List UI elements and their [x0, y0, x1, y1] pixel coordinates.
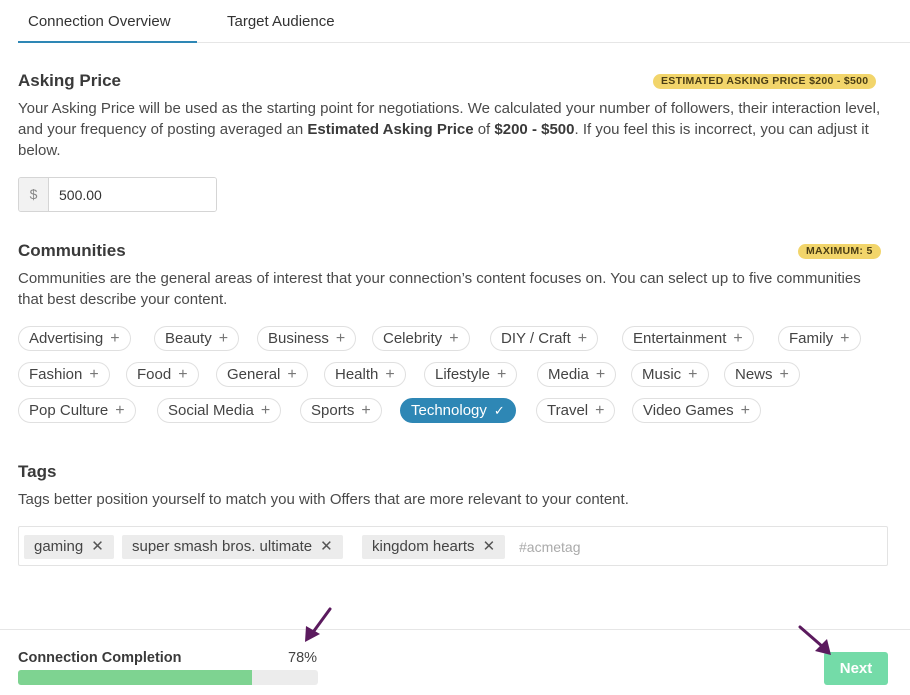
- tag-chip: kingdom hearts ✕: [362, 535, 506, 559]
- asking-price-desc-bold-2: $200 - $500: [494, 121, 575, 138]
- arrow-icon: [305, 607, 332, 642]
- close-icon[interactable]: ✕: [483, 538, 496, 555]
- community-travel[interactable]: Travel +: [536, 398, 616, 423]
- asking-price-desc-text-2: of: [473, 121, 495, 138]
- community-music[interactable]: Music +: [631, 362, 709, 387]
- footer-bar: Connection Completion 78% Next: [0, 629, 910, 695]
- community-lifestyle[interactable]: Lifestyle +: [424, 362, 518, 387]
- plus-icon: +: [178, 366, 188, 383]
- tag-chip: gaming ✕: [24, 535, 114, 559]
- community-advertising[interactable]: Advertising +: [18, 326, 131, 351]
- plus-icon: +: [840, 330, 850, 347]
- asking-price-desc-bold-1: Estimated Asking Price: [307, 121, 474, 138]
- maximum-badge: MAXIMUM: 5: [798, 244, 881, 259]
- arrow-icon: [798, 625, 831, 655]
- plus-icon: +: [595, 366, 606, 383]
- plus-icon: +: [115, 402, 125, 419]
- community-label: Media: [548, 366, 589, 383]
- community-label: Technology: [411, 402, 487, 419]
- community-label: News: [735, 366, 773, 383]
- community-health[interactable]: Health +: [324, 362, 406, 387]
- close-icon[interactable]: ✕: [320, 538, 333, 555]
- community-label: Health: [335, 366, 379, 383]
- plus-icon: +: [260, 402, 271, 419]
- plus-icon: +: [385, 366, 395, 383]
- community-label: Travel: [547, 402, 589, 419]
- community-pop-culture[interactable]: Pop Culture +: [18, 398, 136, 423]
- tag-input[interactable]: [519, 535, 719, 559]
- asking-price-title: Asking Price: [18, 71, 121, 90]
- tag-label: gaming: [34, 538, 84, 555]
- community-social-media[interactable]: Social Media +: [157, 398, 282, 423]
- plus-icon: +: [335, 330, 346, 347]
- tag-chip: super smash bros. ultimate ✕: [122, 535, 343, 559]
- tab-bar: Connection Overview Target Audience: [18, 0, 910, 43]
- tags-field[interactable]: gaming ✕ super smash bros. ultimate ✕ king…: [18, 526, 888, 566]
- plus-icon: +: [497, 366, 507, 383]
- community-beauty[interactable]: Beauty +: [154, 326, 240, 351]
- community-label: Lifestyle: [435, 366, 491, 383]
- communities-title: Communities: [18, 241, 126, 260]
- plus-icon: +: [733, 330, 743, 347]
- community-label: General: [227, 366, 281, 383]
- estimated-price-badge: ESTIMATED ASKING PRICE $200 - $500: [653, 74, 877, 89]
- community-label: Business: [268, 330, 329, 347]
- community-label: Pop Culture: [29, 402, 109, 419]
- community-entertainment[interactable]: Entertainment +: [622, 326, 754, 351]
- communities-description: Communities are the general areas of int…: [18, 270, 861, 308]
- community-celebrity[interactable]: Celebrity +: [372, 326, 470, 351]
- community-label: Social Media: [168, 402, 254, 419]
- community-media[interactable]: Media +: [537, 362, 617, 387]
- community-label: DIY / Craft: [501, 330, 571, 347]
- plus-icon: +: [577, 330, 588, 347]
- community-fashion[interactable]: Fashion +: [18, 362, 110, 387]
- plus-icon: +: [89, 366, 99, 383]
- community-label: Advertising: [29, 330, 104, 347]
- community-label: Sports: [311, 402, 355, 419]
- community-label: Fashion: [29, 366, 83, 383]
- plus-icon: +: [779, 366, 789, 383]
- tab-connection-overview[interactable]: Connection Overview: [18, 0, 197, 43]
- community-label: Celebrity: [383, 330, 443, 347]
- tags-title: Tags: [18, 462, 57, 481]
- community-general[interactable]: General +: [216, 362, 308, 387]
- plus-icon: +: [449, 330, 459, 347]
- asking-price-description: Your Asking Price will be used as the st…: [18, 98, 888, 161]
- close-icon[interactable]: ✕: [91, 538, 104, 555]
- community-sports[interactable]: Sports +: [300, 398, 382, 423]
- tags-description: Tags better position yourself to match y…: [18, 491, 629, 508]
- plus-icon: +: [688, 366, 698, 383]
- asking-price-input[interactable]: [49, 178, 216, 211]
- completion-label: Connection Completion: [18, 650, 182, 666]
- plus-icon: +: [110, 330, 120, 347]
- check-icon: ✓: [493, 403, 505, 418]
- tab-target-audience[interactable]: Target Audience: [227, 0, 335, 43]
- completion-progress-fill: [18, 670, 252, 685]
- plus-icon: +: [287, 366, 297, 383]
- community-food[interactable]: Food +: [126, 362, 199, 387]
- community-business[interactable]: Business +: [257, 326, 357, 351]
- community-label: Beauty: [165, 330, 212, 347]
- plus-icon: +: [218, 330, 229, 347]
- community-video-games[interactable]: Video Games +: [632, 398, 761, 423]
- tag-label: super smash bros. ultimate: [132, 538, 313, 555]
- tag-label: kingdom hearts: [372, 538, 475, 555]
- plus-icon: +: [361, 402, 371, 419]
- community-technology[interactable]: Technology ✓: [400, 398, 516, 423]
- plus-icon: +: [595, 402, 605, 419]
- community-family[interactable]: Family +: [778, 326, 861, 351]
- community-label: Entertainment: [633, 330, 727, 347]
- plus-icon: +: [740, 402, 750, 419]
- community-label: Music: [642, 366, 682, 383]
- completion-progress-bar: [18, 670, 318, 685]
- currency-prefix: $: [19, 178, 49, 211]
- community-label: Video Games: [643, 402, 734, 419]
- community-label: Family: [789, 330, 834, 347]
- community-label: Food: [137, 366, 172, 383]
- community-diy-craft[interactable]: DIY / Craft +: [490, 326, 599, 351]
- community-news[interactable]: News +: [724, 362, 800, 387]
- asking-price-field: $: [18, 177, 217, 212]
- completion-percentage: 78%: [288, 650, 318, 666]
